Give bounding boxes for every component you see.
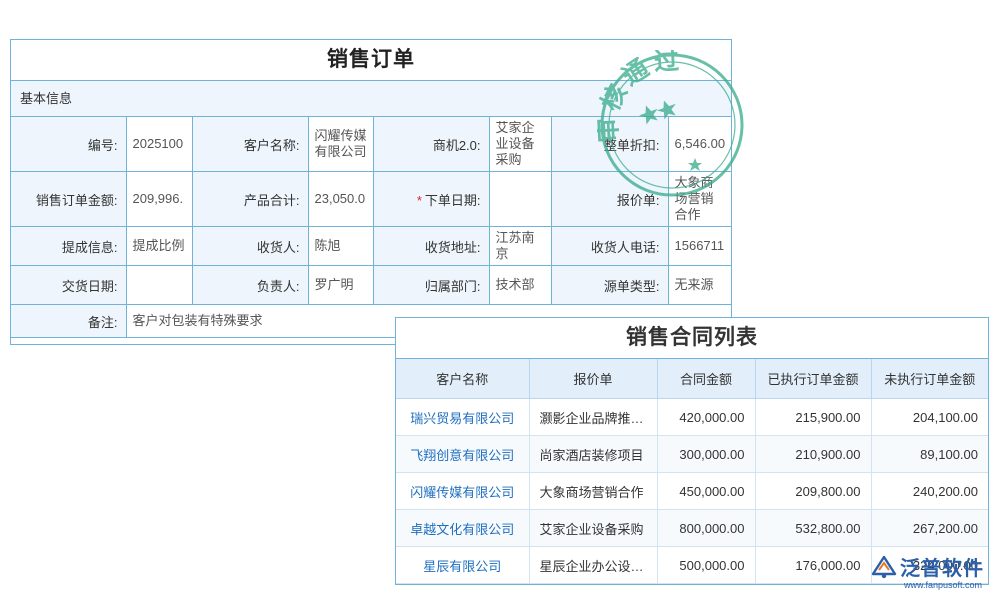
section-header-basic-info: 基本信息	[11, 81, 731, 117]
field-label-source-type: 源单类型:	[550, 265, 669, 305]
field-label-order-amount: 销售订单金额:	[11, 171, 127, 227]
brand-url: www.fanpusoft.com	[904, 580, 983, 590]
unexecuted-amount-cell: 267,200.00	[870, 509, 988, 547]
field-label-discount: 整单折扣:	[550, 117, 669, 172]
field-value-customer-name[interactable]: 闪耀传媒有限公司	[307, 117, 374, 172]
table-row[interactable]: 瑞兴贸易有限公司 灏影企业品牌推广项目 420,000.00 215,900.0…	[396, 398, 988, 436]
field-value-delivery-address[interactable]: 江苏南京	[488, 226, 552, 266]
sales-order-panel: 销售订单 基本信息 编号: 2025100 客户名称: 闪耀传媒有限公司 商机2…	[10, 39, 744, 345]
executed-amount-cell: 215,900.00	[754, 398, 872, 436]
field-label-commission: 提成信息:	[11, 226, 127, 266]
sales-order-title: 销售订单	[11, 40, 731, 81]
quotation-cell: 星辰企业办公设备采购	[528, 546, 658, 584]
contract-list-title: 销售合同列表	[396, 318, 988, 359]
brand-watermark: 泛普软件 www.fanpusoft.com	[870, 552, 992, 596]
table-row[interactable]: 卓越文化有限公司 艾家企业设备采购 800,000.00 532,800.00 …	[396, 509, 988, 547]
field-value-consignee-phone[interactable]: 1566711	[667, 226, 731, 266]
column-header-contract-amount[interactable]: 合同金额	[656, 359, 756, 399]
contract-amount-cell: 500,000.00	[656, 546, 756, 584]
field-value-source-type[interactable]: 无来源	[667, 265, 731, 305]
contract-list-table: 客户名称 报价单 合同金额 已执行订单金额 未执行订单金额 瑞兴贸易有限公司 灏…	[396, 359, 988, 584]
field-value-consignee[interactable]: 陈旭	[307, 226, 374, 266]
field-value-delivery-date[interactable]	[125, 265, 193, 305]
field-label-order-number: 编号:	[11, 117, 127, 172]
field-value-department[interactable]: 技术部	[488, 265, 552, 305]
field-label-consignee-phone: 收货人电话:	[550, 226, 669, 266]
field-value-discount[interactable]: 6,546.00	[667, 117, 731, 172]
quotation-cell: 灏影企业品牌推广项目	[528, 398, 658, 436]
order-date-label-text: 下单日期:	[424, 192, 481, 208]
field-value-product-total[interactable]: 23,050.0	[307, 171, 374, 227]
unexecuted-amount-cell: 89,100.00	[870, 435, 988, 473]
unexecuted-amount-cell: 204,100.00	[870, 398, 988, 436]
field-label-delivery-address: 收货地址:	[372, 226, 490, 266]
contract-amount-cell: 800,000.00	[656, 509, 756, 547]
table-header-row: 客户名称 报价单 合同金额 已执行订单金额 未执行订单金额	[396, 359, 988, 399]
customer-link[interactable]: 闪耀传媒有限公司	[396, 472, 530, 510]
field-value-order-number[interactable]: 2025100	[125, 117, 193, 172]
table-row[interactable]: 闪耀传媒有限公司 大象商场营销合作 450,000.00 209,800.00 …	[396, 472, 988, 510]
column-header-unexecuted-amount[interactable]: 未执行订单金额	[870, 359, 988, 399]
required-asterisk: *	[416, 192, 422, 208]
fanpu-logo-icon	[871, 555, 897, 579]
field-label-delivery-date: 交货日期:	[11, 265, 127, 305]
field-label-customer-name: 客户名称:	[191, 117, 309, 172]
field-value-owner[interactable]: 罗广明	[307, 265, 374, 305]
contract-amount-cell: 450,000.00	[656, 472, 756, 510]
field-value-commission[interactable]: 提成比例	[125, 226, 193, 266]
contract-amount-cell: 300,000.00	[656, 435, 756, 473]
sales-order-form-table: 编号: 2025100 客户名称: 闪耀传媒有限公司 商机2.0: 艾家企业设备…	[11, 117, 731, 338]
field-value-opportunity[interactable]: 艾家企业设备采购	[488, 117, 552, 172]
customer-link[interactable]: 瑞兴贸易有限公司	[396, 398, 530, 436]
column-header-customer[interactable]: 客户名称	[396, 359, 530, 399]
field-label-remark: 备注:	[11, 304, 127, 338]
executed-amount-cell: 210,900.00	[754, 435, 872, 473]
table-row[interactable]: 飞翔创意有限公司 尚家酒店装修项目 300,000.00 210,900.00 …	[396, 435, 988, 473]
field-label-owner: 负责人:	[191, 265, 309, 305]
quotation-cell: 尚家酒店装修项目	[528, 435, 658, 473]
quotation-cell: 大象商场营销合作	[528, 472, 658, 510]
executed-amount-cell: 532,800.00	[754, 509, 872, 547]
customer-link[interactable]: 星辰有限公司	[396, 546, 530, 584]
brand-name: 泛普软件	[900, 558, 984, 580]
field-label-department: 归属部门:	[372, 265, 490, 305]
field-value-quotation[interactable]: 大象商场营销合作	[667, 171, 731, 227]
unexecuted-amount-cell: 240,200.00	[870, 472, 988, 510]
quotation-cell: 艾家企业设备采购	[528, 509, 658, 547]
executed-amount-cell: 176,000.00	[754, 546, 872, 584]
executed-amount-cell: 209,800.00	[754, 472, 872, 510]
field-label-order-date: * 下单日期:	[372, 171, 490, 227]
field-label-consignee: 收货人:	[191, 226, 309, 266]
field-value-order-date[interactable]	[488, 171, 552, 227]
sales-contract-list-panel: 销售合同列表 客户名称 报价单 合同金额 已执行订单金额 未执行订单金额 瑞兴贸…	[395, 317, 989, 585]
field-label-quotation: 报价单:	[550, 171, 669, 227]
field-value-order-amount[interactable]: 209,996.	[125, 171, 193, 227]
customer-link[interactable]: 飞翔创意有限公司	[396, 435, 530, 473]
contract-amount-cell: 420,000.00	[656, 398, 756, 436]
column-header-quotation[interactable]: 报价单	[528, 359, 658, 399]
customer-link[interactable]: 卓越文化有限公司	[396, 509, 530, 547]
column-header-executed-amount[interactable]: 已执行订单金额	[754, 359, 872, 399]
field-label-opportunity: 商机2.0:	[372, 117, 490, 172]
field-label-product-total: 产品合计:	[191, 171, 309, 227]
